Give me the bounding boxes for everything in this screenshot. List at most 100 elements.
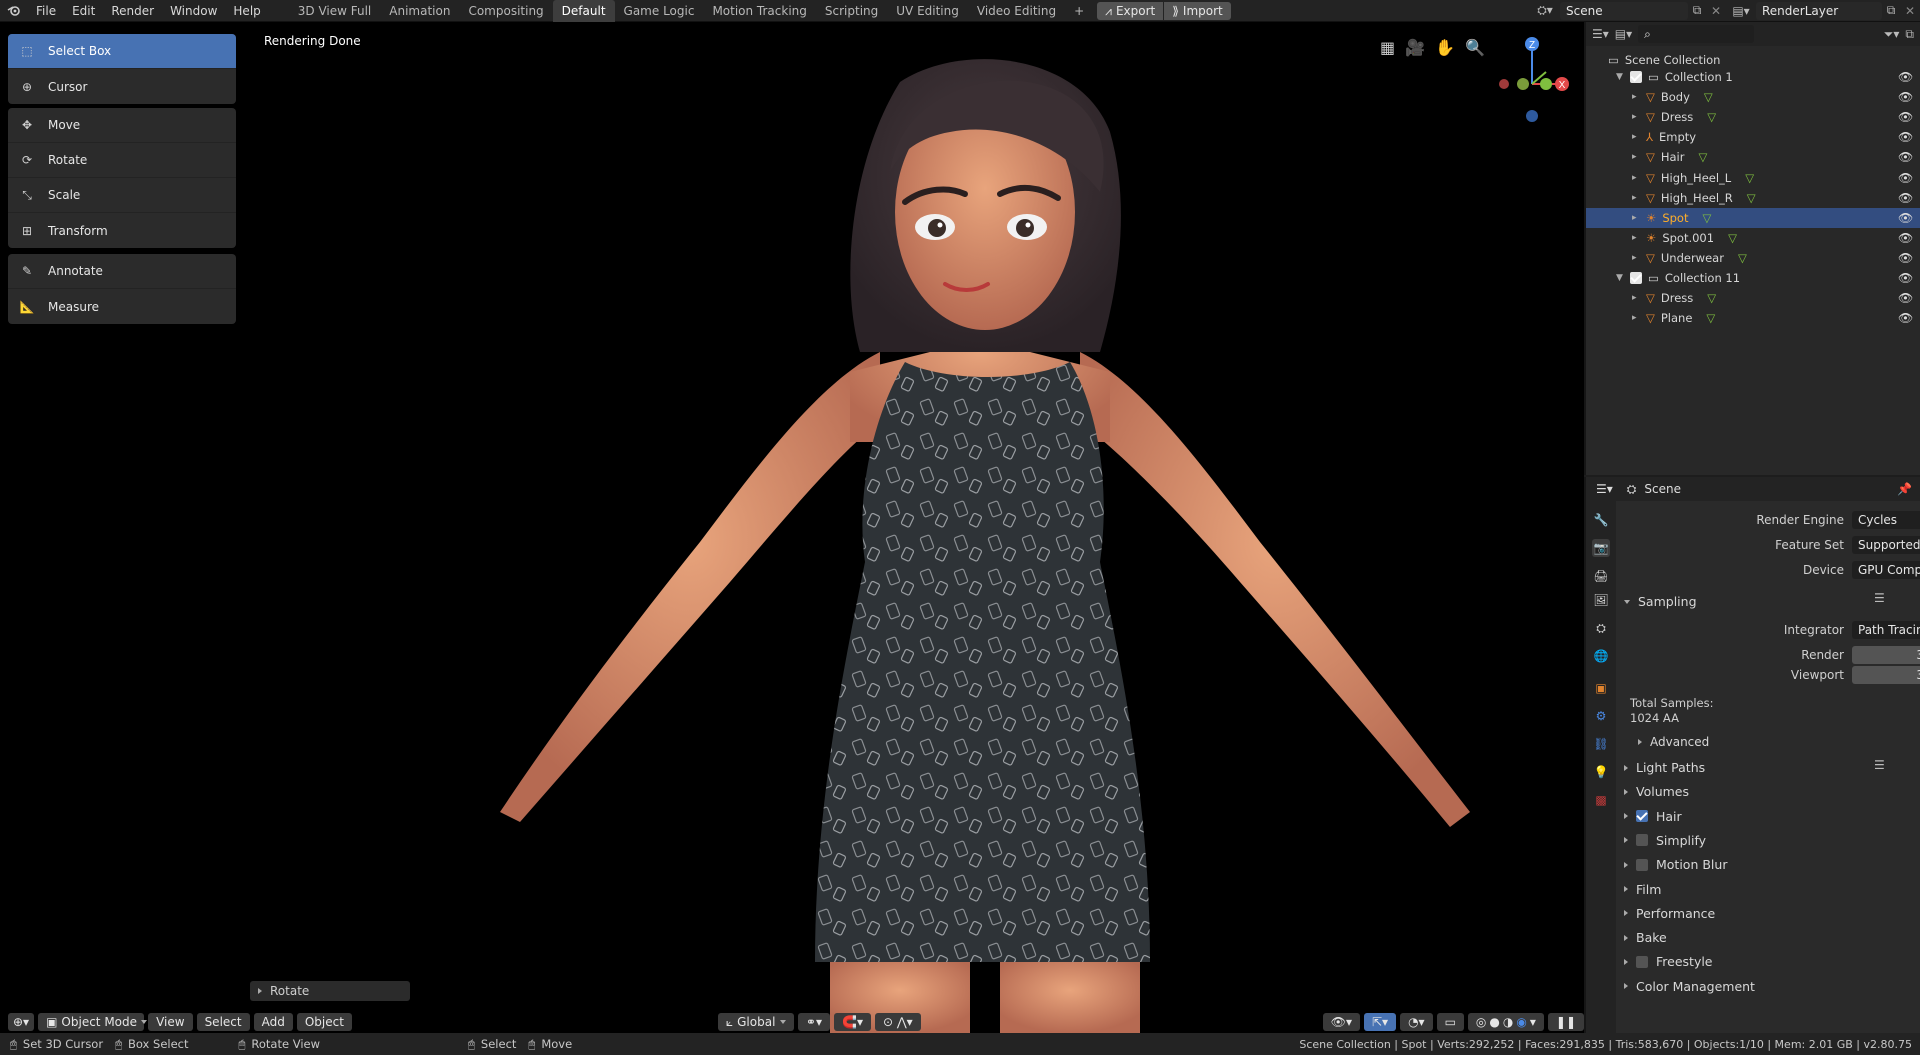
gizmo-toggle[interactable]: ⇱▾ <box>1364 1013 1397 1031</box>
pivot-select[interactable]: ⚭▾ <box>797 1013 830 1031</box>
panel-freestyle[interactable]: Freestyle <box>1624 954 1713 969</box>
sampling-panel-header[interactable]: Sampling <box>1624 594 1697 609</box>
view-layer-tab-icon[interactable]: 🖼 <box>1592 591 1610 609</box>
blender-logo-icon[interactable] <box>0 0 28 22</box>
presets-icon[interactable]: ☰ <box>1874 591 1885 605</box>
new-layer-icon[interactable]: ⧉ <box>1882 3 1900 18</box>
panel-enable-checkbox[interactable] <box>1636 955 1648 968</box>
outliner-item-spot[interactable]: ▸ ☀ Spot ▽ 👁 <box>1586 207 1920 228</box>
outliner-item-dress[interactable]: ▸ ▽ Dress ▽ 👁 <box>1586 107 1920 127</box>
scene-selector-icon[interactable]: ⛭▾ <box>1530 3 1560 18</box>
output-tab-icon[interactable]: 🖨 <box>1592 567 1610 585</box>
collection-checkbox[interactable] <box>1630 71 1642 83</box>
expand-caret-icon[interactable]: ▸ <box>1632 193 1640 203</box>
tab-3d-view-full[interactable]: 3D View Full <box>289 0 381 22</box>
visibility-eye-icon[interactable]: 👁 <box>1898 171 1913 185</box>
visibility-eye-icon[interactable]: 👁 <box>1898 271 1913 285</box>
visibility-eye-icon[interactable]: 👁 <box>1898 191 1913 205</box>
menu-file[interactable]: File <box>28 0 64 22</box>
rendered-shading-icon[interactable]: ◉ <box>1516 1013 1526 1031</box>
select-menu[interactable]: Select <box>196 1013 250 1031</box>
tool-annotate[interactable]: ✎ Annotate <box>8 254 236 289</box>
last-operator-panel[interactable]: Rotate <box>250 981 410 1001</box>
tab-game-logic[interactable]: Game Logic <box>615 0 704 22</box>
overlay-toggle[interactable]: ◔▾ <box>1400 1013 1433 1031</box>
axis-gizmo[interactable]: Z X <box>1490 32 1580 122</box>
panel-film[interactable]: Film <box>1624 882 1661 897</box>
mode-select[interactable]: ▣ Object Mode <box>38 1013 148 1031</box>
solid-shading-icon[interactable]: ● <box>1489 1013 1499 1031</box>
outliner-item-high-heel-l[interactable]: ▸ ▽ High_Heel_L ▽ 👁 <box>1586 168 1920 188</box>
expand-caret-icon[interactable]: ▸ <box>1632 92 1640 102</box>
expand-caret-icon[interactable]: ▸ <box>1632 313 1640 323</box>
camera-view-icon[interactable]: 🎥 <box>1405 38 1425 57</box>
layer-selector-icon[interactable]: ▤▾ <box>1726 4 1756 18</box>
outliner-item-collection-1[interactable]: ▼ ▭ Collection 1 👁 <box>1586 67 1920 87</box>
data-tab-icon[interactable]: 💡 <box>1592 763 1610 781</box>
expand-caret-icon[interactable]: ▸ <box>1632 132 1640 142</box>
tab-video-editing[interactable]: Video Editing <box>968 0 1065 22</box>
tab-scripting[interactable]: Scripting <box>816 0 887 22</box>
tool-tab-icon[interactable]: 🔧 <box>1592 511 1610 529</box>
scene-name-field[interactable]: Scene <box>1560 1 1688 20</box>
pause-render-button[interactable]: ❚❚ <box>1547 1013 1584 1031</box>
panel-enable-checkbox[interactable] <box>1636 834 1648 847</box>
visibility-eye-icon[interactable]: 👁 <box>1898 211 1913 225</box>
snap-toggle[interactable]: 🧲▾ <box>834 1013 871 1031</box>
add-workspace-button[interactable]: + <box>1065 0 1093 22</box>
panel-enable-checkbox[interactable] <box>1636 810 1648 823</box>
advanced-subpanel[interactable]: Advanced <box>1638 735 1709 749</box>
tool-measure[interactable]: 📐 Measure <box>8 289 236 324</box>
outliner-item-plane[interactable]: ▸ ▽ Plane ▽ 👁 <box>1586 308 1920 328</box>
tab-compositing[interactable]: Compositing <box>459 0 552 22</box>
collapse-caret-icon[interactable]: ▼ <box>1616 72 1624 82</box>
scene-tab-icon[interactable]: ⛭ <box>1592 619 1610 637</box>
visibility-eye-icon[interactable]: 👁 <box>1898 311 1913 325</box>
wireframe-shading-icon[interactable]: ◎ <box>1476 1013 1486 1031</box>
shading-modes[interactable]: ◎ ● ◑ ◉ ▾ <box>1467 1013 1544 1031</box>
panel-bake[interactable]: Bake <box>1624 930 1667 945</box>
modifier-tab-icon[interactable]: ⚙ <box>1592 707 1610 725</box>
tool-select-box[interactable]: ⬚ Select Box <box>8 34 236 69</box>
grid-toggle-icon[interactable]: ▦ <box>1380 38 1395 57</box>
world-tab-icon[interactable]: 🌐 <box>1592 647 1610 665</box>
visibility-eye-icon[interactable]: 👁 <box>1898 130 1913 144</box>
panel-volumes[interactable]: Volumes <box>1624 784 1689 799</box>
outliner-item-spot-001[interactable]: ▸ ☀ Spot.001 ▽ 👁 <box>1586 228 1920 248</box>
visibility-eye-icon[interactable]: 👁 <box>1898 291 1913 305</box>
chevron-down-icon[interactable]: ▾ <box>1530 1013 1536 1031</box>
3d-viewport[interactable]: Rendering Done ⬚ Select Box ⊕ Cursor ✥ M… <box>0 22 1584 1033</box>
outliner-item-collection-11[interactable]: ▼ ▭ Collection 11 👁 <box>1586 268 1920 288</box>
device-select[interactable]: GPU Compute <box>1852 561 1920 579</box>
delete-layer-icon[interactable]: ✕ <box>1900 4 1920 18</box>
collection-checkbox[interactable] <box>1630 272 1642 284</box>
orientation-select[interactable]: ⟀ Global <box>717 1013 794 1031</box>
panel-performance[interactable]: Performance <box>1624 906 1715 921</box>
material-shading-icon[interactable]: ◑ <box>1503 1013 1513 1031</box>
import-button[interactable]: ⟫ Import <box>1164 1 1231 20</box>
expand-caret-icon[interactable]: ▸ <box>1632 112 1640 122</box>
expand-caret-icon[interactable]: ▸ <box>1632 213 1640 223</box>
visibility-eye-icon[interactable]: 👁 <box>1898 90 1913 104</box>
viewport-samples-field[interactable]: 32 <box>1852 666 1920 684</box>
expand-caret-icon[interactable]: ▸ <box>1632 253 1640 263</box>
zoom-icon[interactable]: 🔍 <box>1465 38 1485 57</box>
outliner-item-hair[interactable]: ▸ ▽ Hair ▽ 👁 <box>1586 147 1920 167</box>
outliner-item-high-heel-r[interactable]: ▸ ▽ High_Heel_R ▽ 👁 <box>1586 188 1920 208</box>
collapse-caret-icon[interactable]: ▼ <box>1616 273 1624 283</box>
visibility-eye-icon[interactable]: 👁 <box>1898 110 1913 124</box>
tool-scale[interactable]: ⤡ Scale <box>8 178 236 213</box>
outliner-editor-icon[interactable]: ☰▾ <box>1592 27 1609 41</box>
menu-edit[interactable]: Edit <box>64 0 103 22</box>
panel-light-paths[interactable]: Light Paths <box>1624 760 1705 775</box>
pan-hand-icon[interactable]: ✋ <box>1435 38 1455 57</box>
export-button[interactable]: ⩘ Export <box>1097 1 1164 20</box>
new-scene-icon[interactable]: ⧉ <box>1688 3 1706 18</box>
expand-caret-icon[interactable]: ▸ <box>1632 233 1640 243</box>
delete-scene-icon[interactable]: ✕ <box>1706 4 1726 18</box>
proportional-edit-toggle[interactable]: ⊙ ⋀▾ <box>874 1013 921 1031</box>
render-tab-icon[interactable]: 📷 <box>1592 539 1610 557</box>
texture-tab-icon[interactable]: ▩ <box>1592 791 1610 809</box>
outliner-item-empty[interactable]: ▸ ⅄ Empty 👁 <box>1586 127 1920 147</box>
visibility-select[interactable]: 👁▾ <box>1322 1013 1360 1031</box>
